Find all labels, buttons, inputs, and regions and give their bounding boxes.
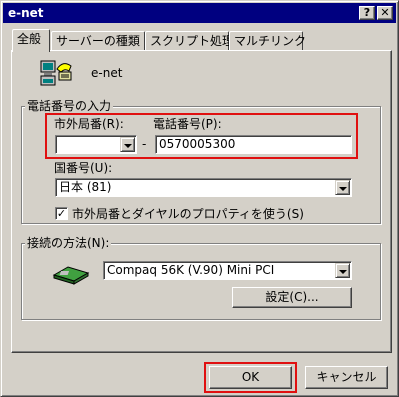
highlight-phone-box — [45, 113, 358, 159]
dialog-window: e-net ? ✕ 全般 サーバーの種類 スクリプト処理 マルチリンク e-ne… — [0, 0, 399, 397]
cancel-button[interactable]: キャンセル — [305, 366, 388, 389]
device-combobox[interactable]: Compaq 56K (V.90) Mini PCI — [103, 261, 352, 280]
tab-strip: 全般 サーバーの種類 スクリプト処理 マルチリンク — [11, 29, 391, 52]
modem-icon — [52, 266, 90, 285]
window-title: e-net — [8, 6, 44, 20]
chevron-down-icon[interactable] — [335, 180, 350, 195]
tab-server-type[interactable]: サーバーの種類 — [51, 31, 145, 50]
dial-up-connection-icon — [40, 60, 72, 86]
help-icon[interactable]: ? — [359, 6, 375, 20]
chevron-down-icon[interactable] — [335, 263, 350, 278]
phone-group-label: 電話番号の入力 — [25, 99, 114, 113]
device-value: Compaq 56K (V.90) Mini PCI — [107, 263, 275, 277]
connect-group-label: 接続の方法(N): — [25, 236, 112, 250]
tab-multilink[interactable]: マルチリンク — [229, 31, 306, 50]
tab-general[interactable]: 全般 — [12, 29, 50, 52]
country-code-value: 日本 (81) — [59, 180, 112, 194]
use-dialing-properties-checkbox[interactable]: ✓ — [55, 207, 68, 220]
close-icon[interactable]: ✕ — [377, 6, 393, 20]
tab-panel-general: e-net 電話番号の入力 市外局番(R): 電話番号(P): - 057000… — [11, 50, 392, 353]
connection-name: e-net — [91, 66, 123, 80]
configure-button[interactable]: 設定(C)... — [232, 287, 352, 308]
country-code-label: 国番号(U): — [54, 161, 113, 175]
highlight-ok-box — [204, 362, 297, 393]
country-code-combobox[interactable]: 日本 (81) — [55, 178, 352, 197]
use-dialing-properties-label[interactable]: 市外局番とダイヤルのプロパティを使う(S) — [72, 207, 304, 221]
title-bar[interactable]: e-net ? ✕ — [3, 3, 396, 23]
tab-scripting[interactable]: スクリプト処理 — [145, 31, 234, 50]
